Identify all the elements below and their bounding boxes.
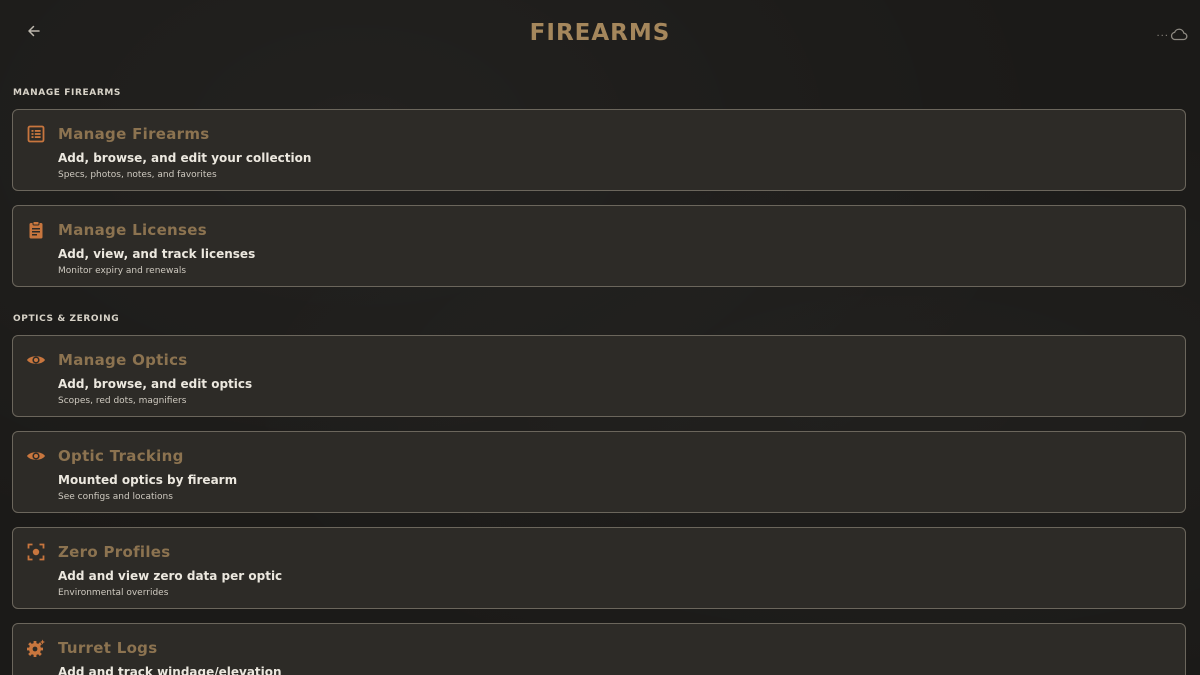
section-label-manage-firearms: MANAGE FIREARMS [13,88,121,98]
clipboard-icon [26,220,46,240]
eye-icon [26,446,46,466]
card-title: Turret Logs [58,639,158,657]
card-subtitle: Add and view zero data per optic [58,569,283,583]
sync-status[interactable]: ... [1156,24,1188,44]
card-subtitle: Add, browse, and edit your collection [58,151,312,165]
card-title: Optic Tracking [58,447,184,465]
crosshair-icon [26,542,46,562]
manage-optics-card[interactable]: Manage Optics Add, browse, and edit opti… [12,335,1186,417]
card-title: Manage Licenses [58,221,207,239]
card-title: Zero Profiles [58,543,171,561]
page-title: FIREARMS [529,20,671,46]
gear-icon [26,638,46,658]
card-subtitle: Mounted optics by firearm [58,473,238,487]
zero-profiles-card[interactable]: Zero Profiles Add and view zero data per… [12,527,1186,609]
eye-icon [26,350,46,370]
card-detail: Specs, photos, notes, and favorites [58,170,217,180]
section-label-optics-zeroing: OPTICS & ZEROING [13,314,120,324]
app-header: FIREARMS ... [0,0,1200,74]
card-detail: Scopes, red dots, magnifiers [58,396,187,406]
manage-firearms-card[interactable]: Manage Firearms Add, browse, and edit yo… [12,109,1186,191]
optic-tracking-card[interactable]: Optic Tracking Mounted optics by firearm… [12,431,1186,513]
sync-indicator: ... [1156,28,1169,39]
card-title: Manage Firearms [58,125,210,143]
turret-logs-card[interactable]: Turret Logs Add and track windage/elevat… [12,623,1186,675]
manage-licenses-card[interactable]: Manage Licenses Add, view, and track lic… [12,205,1186,287]
cloud-icon [1170,28,1188,41]
list-icon [26,124,46,144]
card-detail: Environmental overrides [58,588,169,598]
card-detail: Monitor expiry and renewals [58,266,187,276]
card-subtitle: Add, browse, and edit optics [58,377,253,391]
card-subtitle: Add, view, and track licenses [58,247,256,261]
card-detail: See configs and locations [58,492,173,502]
card-subtitle: Add and track windage/elevation [58,665,282,675]
card-title: Manage Optics [58,351,188,369]
